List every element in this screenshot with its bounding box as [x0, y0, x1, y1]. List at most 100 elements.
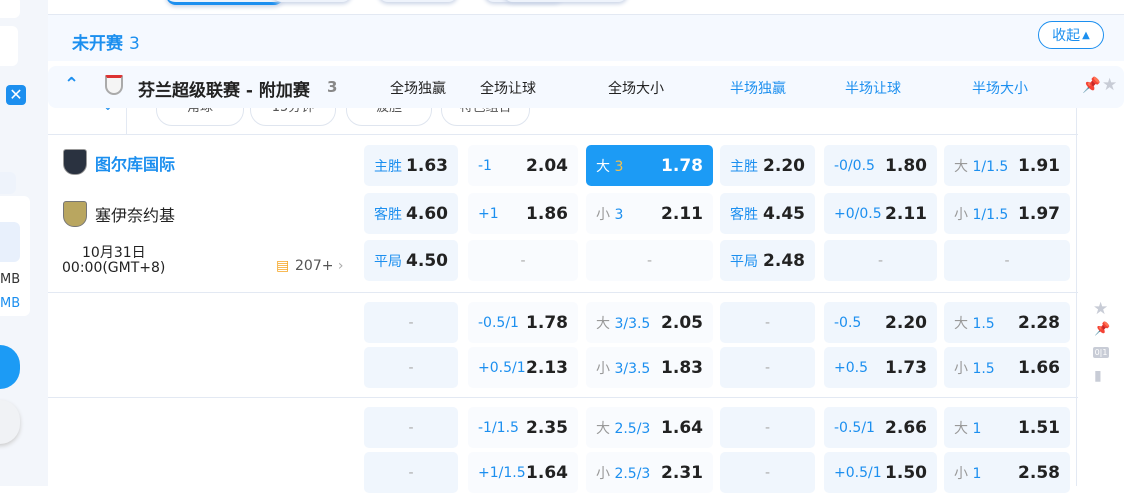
odds-cell[interactable]: 小 2.5/3 2.31: [586, 452, 713, 493]
column-header[interactable]: 全场大小: [581, 78, 691, 98]
odds-label: 大 2.5/3: [596, 418, 661, 438]
top-tab[interactable]: [272, 0, 352, 2]
pin-icon[interactable]: 📌: [1094, 322, 1110, 337]
odds-cell[interactable]: 小 1.5 1.66: [944, 347, 1070, 388]
odds-line: 1: [972, 465, 982, 482]
odds-cell[interactable]: -1/1.5 2.35: [468, 407, 578, 448]
odds-value: 1.83: [661, 357, 703, 378]
column-header[interactable]: 半场让球: [818, 78, 928, 98]
odds-cell[interactable]: +0/0.5 2.11: [824, 193, 937, 234]
odds-cell[interactable]: +0.5 1.73: [824, 347, 937, 388]
odds-cell[interactable]: +0.5/1 1.50: [824, 452, 937, 493]
odds-label: 大 1/1.5: [954, 156, 1018, 176]
collapse-button[interactable]: 收起 ▲: [1038, 21, 1104, 49]
odds-label: 大 3/3.5: [596, 313, 661, 333]
odds-label: +0.5/1: [834, 464, 882, 481]
odds-label: 小 1: [954, 463, 1018, 483]
pin-icon[interactable]: 📌: [1082, 76, 1101, 94]
odds-label: -1/1.5: [478, 419, 519, 436]
odds-cell[interactable]: 主胜 1.63: [364, 145, 458, 186]
home-team-name[interactable]: 图尔库国际: [95, 151, 175, 175]
league-name[interactable]: 芬兰超级联赛 - 附加赛: [138, 76, 310, 101]
sidebar-card[interactable]: [0, 26, 18, 66]
odds-value: 1.78: [661, 155, 703, 176]
odds-cell[interactable]: -1 2.04: [468, 145, 578, 186]
odds-label: -0/0.5: [834, 157, 875, 174]
sidebar-card[interactable]: [0, 172, 16, 194]
odds-cell[interactable]: 大 3/3.5 2.05: [586, 302, 713, 343]
sidebar-item[interactable]: [0, 222, 20, 262]
odds-label: +0.5/1: [478, 359, 526, 376]
odds-value: 1.73: [885, 357, 927, 378]
odds-cell[interactable]: 大 3 1.78: [586, 145, 713, 186]
odds-value: 1.51: [1018, 417, 1060, 438]
odds-cell[interactable]: 客胜 4.60: [364, 193, 458, 234]
odds-value: 4.45: [763, 203, 805, 224]
bar-chart-icon[interactable]: ▮: [1094, 368, 1102, 384]
odds-value: 2.13: [526, 357, 568, 378]
odds-value: 2.48: [763, 250, 805, 271]
odds-cell[interactable]: 小 1 2.58: [944, 452, 1070, 493]
odds-line: 1/1.5: [972, 158, 1009, 175]
odds-value: 2.11: [885, 203, 927, 224]
odds-cell[interactable]: -0.5/1 1.78: [468, 302, 578, 343]
odds-cell[interactable]: -0.5/1 2.66: [824, 407, 937, 448]
dash: -: [408, 419, 414, 436]
odds-cell-empty: -: [824, 240, 937, 281]
collapse-label: 收起: [1052, 28, 1081, 44]
odds-cell[interactable]: 小 3 2.11: [586, 193, 713, 234]
dash: -: [764, 359, 771, 376]
odds-cell[interactable]: 大 1 1.51: [944, 407, 1070, 448]
odds-cell[interactable]: -0/0.5 1.80: [824, 145, 937, 186]
odds-label: 大 1: [954, 418, 1018, 438]
chevron-up-icon[interactable]: ⌃: [64, 74, 79, 95]
odds-line: 3/3.5: [614, 315, 651, 332]
odds-cell[interactable]: 大 1.5 2.28: [944, 302, 1070, 343]
odds-value: 2.35: [526, 417, 568, 438]
odds-value: 1.66: [1018, 357, 1060, 378]
sidebar-round-button[interactable]: [0, 345, 20, 389]
odds-label: +0/0.5: [834, 205, 882, 222]
odds-label: 大 3: [596, 156, 661, 176]
odds-cell[interactable]: +0.5/1 2.13: [468, 347, 578, 388]
odds-cell-empty: -: [720, 302, 815, 343]
top-tab[interactable]: [166, 0, 284, 5]
odds-line: 1.5: [972, 360, 995, 377]
odds-cell[interactable]: 小 3/3.5 1.83: [586, 347, 713, 388]
dash: -: [764, 314, 771, 331]
sidebar-mb: MB: [0, 296, 21, 311]
divider: [1076, 108, 1077, 486]
odds-cell[interactable]: 大 2.5/3 1.64: [586, 407, 713, 448]
odds-cell[interactable]: 平局 2.48: [720, 240, 815, 281]
odds-cell[interactable]: -0.5 2.20: [824, 302, 937, 343]
away-team-logo: [63, 201, 87, 227]
odds-cell[interactable]: 客胜 4.45: [720, 193, 815, 234]
odds-cell[interactable]: 平局 4.50: [364, 240, 458, 281]
column-header[interactable]: 半场大小: [945, 78, 1055, 98]
odds-cell[interactable]: +1 1.86: [468, 193, 578, 234]
column-header[interactable]: 半场独赢: [703, 78, 813, 98]
sidebar-round-button[interactable]: [0, 400, 20, 444]
column-header[interactable]: 全场让球: [453, 78, 563, 98]
odds-cell-empty: -: [468, 240, 578, 281]
odds-value: 2.20: [763, 155, 805, 176]
odds-label: 客胜: [374, 206, 402, 223]
odds-label: 小 1/1.5: [954, 204, 1018, 224]
more-bets-link[interactable]: 207+ ›: [295, 258, 344, 274]
star-icon[interactable]: ★: [1102, 75, 1117, 95]
odds-cell[interactable]: 主胜 2.20: [720, 145, 815, 186]
odds-label: 平局: [730, 253, 758, 270]
divider: [48, 292, 1078, 293]
close-icon[interactable]: ✕: [6, 85, 26, 105]
score-icon[interactable]: 0|1: [1093, 347, 1109, 358]
odds-cell[interactable]: 小 1/1.5 1.97: [944, 193, 1070, 234]
top-tab[interactable]: [378, 0, 458, 2]
star-icon[interactable]: ★: [1093, 299, 1108, 319]
odds-cell[interactable]: 大 1/1.5 1.91: [944, 145, 1070, 186]
chevron-right-icon: ›: [337, 258, 344, 274]
away-team-name[interactable]: 塞伊奈约基: [95, 202, 175, 226]
section-header: [48, 14, 1124, 61]
top-tab[interactable]: [503, 0, 628, 2]
sidebar-card[interactable]: [0, 0, 20, 18]
odds-cell[interactable]: +1/1.5 1.64: [468, 452, 578, 493]
